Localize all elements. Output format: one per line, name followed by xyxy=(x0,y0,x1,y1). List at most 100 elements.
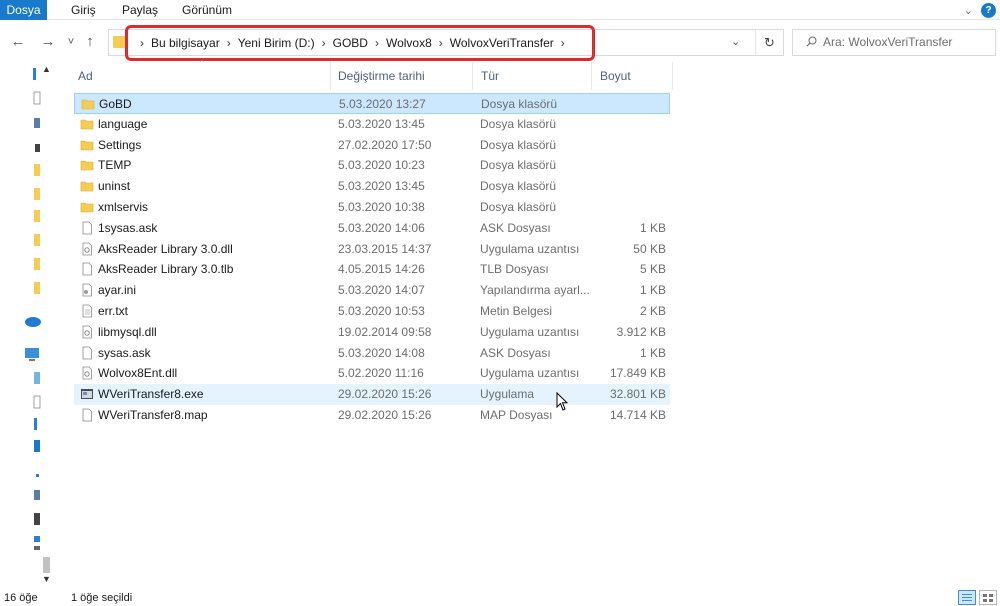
scrollbar-thumb[interactable] xyxy=(43,557,50,573)
file-size xyxy=(585,94,667,114)
file-name: Settings xyxy=(98,137,142,152)
file-type: Uygulama uzantısı xyxy=(480,324,580,339)
file-size xyxy=(584,114,666,134)
file-type: ASK Dosyası xyxy=(480,345,551,360)
file-type: Uygulama uzantısı xyxy=(480,241,580,256)
file-size: 32.801 KB xyxy=(609,387,666,402)
file-size: 1 KB xyxy=(639,345,666,360)
up-button[interactable]: ↑ xyxy=(80,32,100,52)
ini-icon xyxy=(82,283,92,297)
scroll-up-icon[interactable]: ▲ xyxy=(40,64,53,74)
file-row[interactable]: language 5.03.2020 13:45 Dosya klasörü xyxy=(74,114,670,135)
file-type: Yapılandırma ayarl... xyxy=(480,283,590,298)
file-date: 5.03.2020 10:53 xyxy=(338,303,425,318)
mouse-cursor-icon xyxy=(556,392,569,411)
file-date: 23.03.2015 14:37 xyxy=(338,241,432,256)
file-name: err.txt xyxy=(98,303,129,318)
file-date: 5.03.2020 14:08 xyxy=(338,345,425,360)
file-row[interactable]: TEMP 5.03.2020 10:23 Dosya klasörü xyxy=(74,155,670,176)
folder-icon xyxy=(80,140,94,150)
file-date: 5.02.2020 11:16 xyxy=(338,366,424,381)
large-icons-view-button[interactable] xyxy=(979,590,997,605)
tab-home[interactable]: Giriş xyxy=(71,0,96,20)
navigation-pane[interactable]: ▲ ▼ xyxy=(0,60,51,590)
file-type: Dosya klasörü xyxy=(480,137,557,152)
column-header-size[interactable]: Boyut xyxy=(600,62,670,90)
file-size: 14.714 KB xyxy=(609,407,666,422)
scroll-down-icon[interactable]: ▼ xyxy=(40,574,53,584)
file-row[interactable]: err.txt 5.03.2020 10:53 Metin Belgesi 2 KB xyxy=(74,301,670,322)
tab-share[interactable]: Paylaş xyxy=(122,0,158,20)
file-row[interactable]: xmlservis 5.03.2020 10:38 Dosya klasörü xyxy=(74,197,670,218)
file-row[interactable]: Wolvox8Ent.dll 5.02.2020 11:16 Uygulama uz… xyxy=(74,363,670,384)
file-type: Uygulama uzantısı xyxy=(480,366,580,381)
file-size xyxy=(584,197,666,217)
file-date: 29.02.2020 15:26 xyxy=(338,387,432,402)
file-size xyxy=(584,155,666,175)
ribbon-controls: ⌄ ? xyxy=(964,2,996,18)
file-row[interactable]: sysas.ask 5.03.2020 14:08 ASK Dosyası 1 KB xyxy=(74,343,670,364)
search-box[interactable]: Ara: WolvoxVeriTransfer xyxy=(792,29,996,56)
file-row[interactable]: GoBD 5.03.2020 13:27 Dosya klasörü xyxy=(74,93,670,114)
file-date: 5.03.2020 13:45 xyxy=(338,179,425,194)
file-name: sysas.ask xyxy=(98,345,151,360)
file-row[interactable]: libmysql.dll 19.02.2014 09:58 Uygulama uza… xyxy=(74,322,670,343)
expand-ribbon-icon[interactable]: ⌄ xyxy=(964,4,973,17)
tab-file[interactable]: Dosya xyxy=(0,0,47,20)
file-row[interactable]: ayar.ini 5.03.2020 14:07 Yapılandırma ayar… xyxy=(74,280,670,301)
file-name: AksReader Library 3.0.tlb xyxy=(98,262,234,277)
help-icon[interactable]: ? xyxy=(981,2,996,18)
forward-button[interactable]: → xyxy=(38,32,58,52)
file-type: Dosya klasörü xyxy=(480,179,557,194)
dll-icon xyxy=(82,366,92,380)
file-type: ASK Dosyası xyxy=(480,220,551,235)
file-row[interactable]: WVeriTransfer8.map 29.02.2020 15:26 MAP Do… xyxy=(74,405,670,426)
file-name: WVeriTransfer8.exe xyxy=(98,387,204,402)
column-header-type[interactable]: Tür xyxy=(481,62,589,90)
file-row[interactable]: uninst 5.03.2020 13:45 Dosya klasörü xyxy=(74,176,670,197)
file-icon xyxy=(82,346,92,359)
file-row[interactable]: AksReader Library 3.0.dll 23.03.2015 14:3… xyxy=(74,239,670,260)
file-row[interactable]: Settings 27.02.2020 17:50 Dosya klasörü xyxy=(74,135,670,156)
tab-view[interactable]: Görünüm xyxy=(182,0,232,20)
file-type: Dosya klasörü xyxy=(481,97,558,111)
file-row[interactable]: 1sysas.ask 5.03.2020 14:06 ASK Dosyası 1 KB xyxy=(74,218,670,239)
item-count: 16 öğe xyxy=(4,592,38,604)
folder-icon xyxy=(80,161,94,171)
file-name: uninst xyxy=(98,179,131,194)
back-button[interactable]: ← xyxy=(8,32,28,52)
file-name: WVeriTransfer8.map xyxy=(98,407,208,422)
details-view-icon xyxy=(962,594,972,601)
file-list: GoBD 5.03.2020 13:27 Dosya klasörü language… xyxy=(74,93,670,426)
file-icon xyxy=(82,262,92,276)
file-size: 2 KB xyxy=(639,303,666,318)
recent-locations-button[interactable]: ˅ xyxy=(61,32,81,52)
column-divider[interactable] xyxy=(472,62,473,90)
folder-icon xyxy=(81,99,95,110)
search-input[interactable]: Ara: WolvoxVeriTransfer xyxy=(823,30,952,55)
column-divider[interactable] xyxy=(330,62,331,90)
folder-icon xyxy=(80,119,94,130)
file-size: 1 KB xyxy=(639,283,666,298)
file-type: Dosya klasörü xyxy=(480,116,557,131)
file-type: Dosya klasörü xyxy=(480,158,557,173)
file-date: 5.03.2020 13:45 xyxy=(338,116,425,131)
file-size: 1 KB xyxy=(639,220,666,235)
file-type: Metin Belgesi xyxy=(480,303,553,318)
column-header-date[interactable]: Değiştirme tarihi xyxy=(338,62,468,90)
details-view-button[interactable] xyxy=(958,590,976,605)
folder-icon xyxy=(80,202,94,213)
address-history-dropdown-icon[interactable]: ⌄ xyxy=(731,35,740,48)
file-name: ayar.ini xyxy=(98,283,137,298)
column-divider[interactable] xyxy=(672,62,673,90)
file-date: 29.02.2020 15:26 xyxy=(338,407,432,422)
column-header-name[interactable]: Ad xyxy=(78,62,328,90)
large-icons-view-icon xyxy=(983,594,993,602)
file-row[interactable]: AksReader Library 3.0.tlb 4.05.2015 14:26… xyxy=(74,259,670,280)
column-divider[interactable] xyxy=(591,62,592,90)
file-name: libmysql.dll xyxy=(98,324,157,339)
navigation-pane-scrollbar[interactable]: ▲ ▼ xyxy=(40,60,53,590)
file-icon xyxy=(82,408,92,422)
file-row[interactable]: WVeriTransfer8.exe 29.02.2020 15:26 Uygula… xyxy=(74,384,670,405)
refresh-button[interactable]: ↻ xyxy=(755,30,783,55)
